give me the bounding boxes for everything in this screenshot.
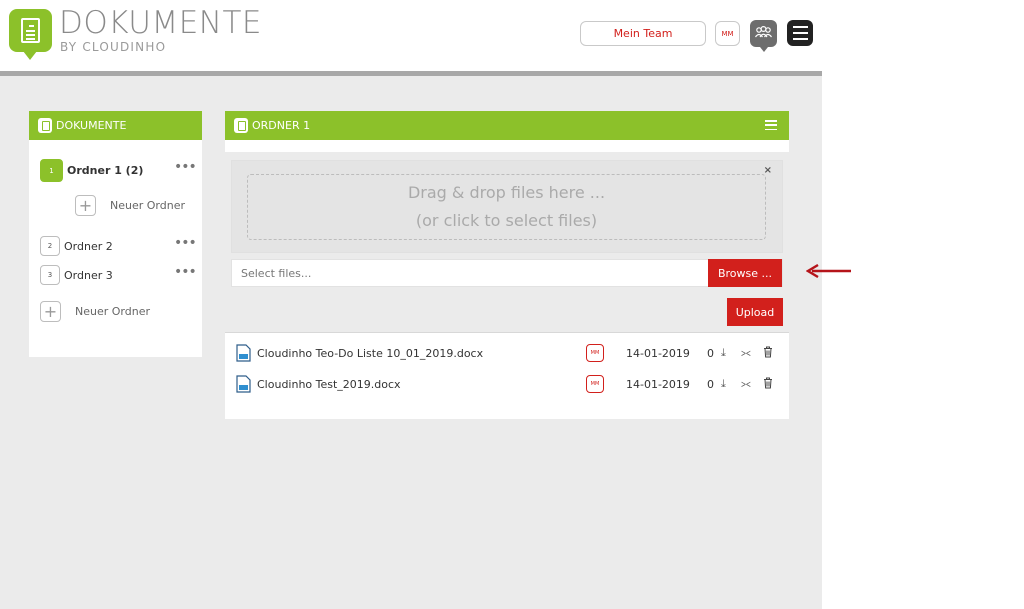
share-icon[interactable]: ⪥	[741, 377, 751, 391]
file-name[interactable]: Cloudinho Test_2019.docx	[257, 378, 401, 391]
top-header: DOKUMENTE BY CLOUDINHO Mein Team MM	[0, 0, 822, 71]
logo-subtitle: BY CLOUDINHO	[60, 40, 167, 54]
add-folder-button[interactable]: + Neuer Ordner	[40, 301, 150, 322]
add-subfolder-button[interactable]: + Neuer Ordner	[75, 195, 185, 216]
folder-title: ORDNER 1	[252, 119, 311, 132]
folders-panel-title: DOKUMENTE	[56, 119, 127, 132]
folder-label: Ordner 3	[64, 268, 113, 282]
logo-document-icon	[9, 9, 52, 60]
docx-file-icon	[236, 344, 251, 362]
upload-button[interactable]: Upload	[727, 298, 783, 326]
user-avatar-button[interactable]: MM	[715, 21, 740, 46]
trash-icon[interactable]	[763, 346, 773, 358]
browse-button[interactable]: Browse ...	[708, 259, 782, 287]
arrow-left-icon	[806, 264, 851, 278]
folders-panel-header: DOKUMENTE	[29, 111, 202, 140]
add-folder-label: Neuer Ordner	[75, 305, 150, 318]
file-select-row: Select files... Browse ...	[231, 259, 783, 287]
share-icon[interactable]: ⪥	[741, 346, 751, 360]
file-dropzone[interactable]: Drag & drop files here ... (or click to …	[247, 174, 766, 240]
app-canvas: DOKUMENTE BY CLOUDINHO Mein Team MM DOKU…	[0, 0, 822, 609]
dropzone-text-line2: (or click to select files)	[415, 211, 598, 230]
trash-icon[interactable]	[763, 377, 773, 389]
folders-panel: DOKUMENTE 1 Ordner 1 (2) ••• + Neuer Ord…	[29, 111, 202, 357]
header-divider	[0, 71, 822, 76]
list-item[interactable]: Cloudinho Teo-Do Liste 10_01_2019.docx M…	[225, 342, 789, 366]
upload-area: × Drag & drop files here ... (or click t…	[225, 152, 789, 332]
dropzone-text-line1: Drag & drop files here ...	[407, 183, 606, 202]
select-files-input[interactable]: Select files...	[241, 267, 311, 280]
file-owner-badge: MM	[586, 375, 604, 393]
folder-label: Ordner 1 (2)	[67, 164, 144, 177]
file-owner-badge: MM	[586, 344, 604, 362]
download-icon[interactable]: ⤓	[721, 377, 726, 391]
file-date: 14-01-2019	[626, 378, 690, 391]
folder-number-badge: 1	[40, 159, 63, 182]
list-item[interactable]: Cloudinho Test_2019.docx MM 14-01-2019 0…	[225, 373, 789, 397]
file-list-divider	[225, 332, 789, 333]
file-name[interactable]: Cloudinho Teo-Do Liste 10_01_2019.docx	[257, 347, 483, 360]
sidebar-item-ordner-2[interactable]: 2 Ordner 2	[40, 236, 113, 256]
sidebar-item-ordner-3[interactable]: 3 Ordner 3	[40, 265, 113, 285]
folder-number-badge: 2	[40, 236, 60, 256]
file-download-count: 0	[707, 378, 714, 391]
docx-file-icon	[236, 375, 251, 393]
file-download-count: 0	[707, 347, 714, 360]
folder-more-icon[interactable]: •••	[174, 159, 197, 175]
panel-menu-icon[interactable]	[765, 120, 777, 130]
plus-icon: +	[40, 301, 61, 322]
hamburger-menu-icon[interactable]	[787, 20, 813, 46]
folder-more-icon[interactable]: •••	[174, 264, 197, 280]
team-icon[interactable]	[750, 20, 777, 52]
folder-number-badge: 3	[40, 265, 60, 285]
download-icon[interactable]: ⤓	[721, 346, 726, 360]
add-subfolder-label: Neuer Ordner	[110, 199, 185, 212]
dropzone-container: × Drag & drop files here ... (or click t…	[231, 160, 783, 253]
folder-content-header: ORDNER 1	[225, 111, 789, 140]
folder-content-panel: ORDNER 1 × Drag & drop files here ... (o…	[225, 111, 789, 419]
sidebar-item-ordner-1[interactable]: 1 Ordner 1 (2)	[40, 159, 143, 182]
my-team-button[interactable]: Mein Team	[580, 21, 706, 46]
plus-icon: +	[75, 195, 96, 216]
file-date: 14-01-2019	[626, 347, 690, 360]
document-icon	[234, 118, 248, 133]
document-icon	[38, 118, 52, 133]
logo-title: DOKUMENTE	[59, 5, 263, 41]
folder-more-icon[interactable]: •••	[174, 235, 197, 251]
folder-label: Ordner 2	[64, 239, 113, 253]
